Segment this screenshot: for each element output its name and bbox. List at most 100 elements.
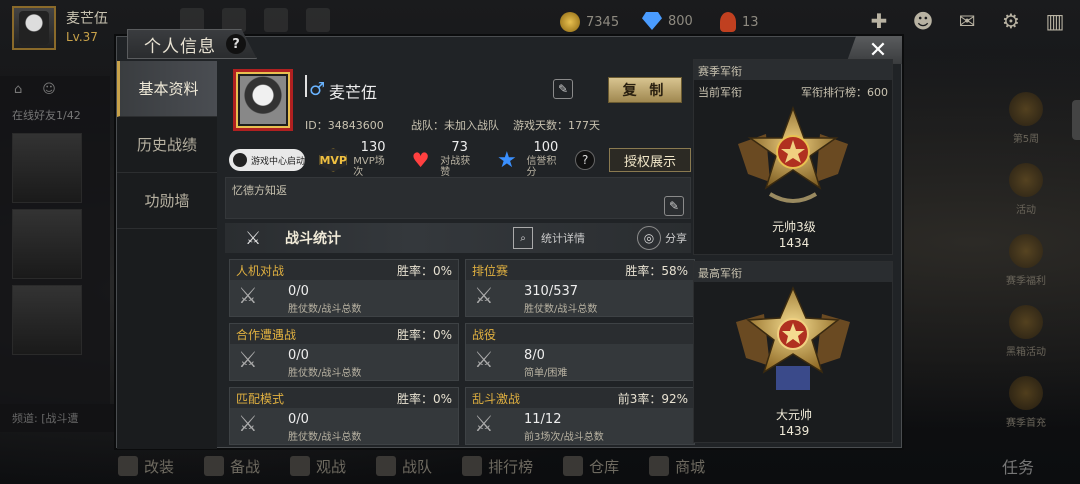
mode-name: 战役 [472,327,497,342]
friend-portrait[interactable] [12,133,82,203]
friends-tab-icon[interactable]: ☺ [42,82,56,97]
dialog-title: 个人信息 [144,36,216,57]
book-icon[interactable]: ▥ [1044,9,1066,33]
menu-label: 战队 [402,457,433,476]
likes-value: 73 [451,140,468,156]
video-icon[interactable] [264,8,288,32]
help-icon[interactable]: ? [226,34,246,54]
mode-card[interactable]: 排位赛 胜率：58% ⚔ 310/537 胜仗数/战斗总数 [465,259,695,317]
grid-icon[interactable] [306,8,330,32]
mode-value: 11/12 [524,412,562,427]
share-icon: ◎ [637,226,661,250]
rail-label: 活动 [1016,205,1036,216]
combat-title: 战斗统计 [285,231,341,247]
home-icon[interactable]: ⌂ [14,82,22,97]
mode-card[interactable]: 乱斗激战 前3率：92% ⚔ 11/12 前3场次/战斗总数 [465,387,695,445]
friends-sidebar: ⌂ ☺ 在线好友1/42 [0,76,110,416]
stats-detail-button[interactable]: ⌕ 统计详情 [513,227,585,249]
mode-card[interactable]: 合作遭遇战 胜率：0% ⚔ 0/0 胜仗数/战斗总数 [229,323,459,381]
rail-item[interactable]: 赛季福利 [1006,234,1046,287]
dialog-nav: 基本资料 历史战绩 功勋墙 [117,61,217,449]
gift-icon[interactable] [222,8,246,32]
menu-modify[interactable]: 改装 [118,456,174,477]
side-handle[interactable] [1072,100,1080,140]
menu-team[interactable]: 战队 [376,456,432,477]
credit-help-icon[interactable]: ? [575,150,595,170]
task-button[interactable]: 任务 [1002,454,1034,478]
edit-signature-icon[interactable]: ✎ [664,196,684,216]
stats-detail-label: 统计详情 [541,232,585,245]
gold-currency[interactable]: 7345 [560,12,619,32]
profile-main: ♂ 麦芒伍 ✎ 复 制 ID：34843600 战队：未加入战队 游戏天数：17… [225,65,695,445]
medal-currency[interactable]: 13 [720,12,759,32]
menu-shop[interactable]: 商城 [649,456,705,477]
mode-value: 310/537 [524,284,579,299]
season-rank-title: 赛季军衔 [694,60,892,80]
player-avatar[interactable] [12,6,56,50]
add-icon[interactable]: ✚ [868,9,890,33]
tab-history[interactable]: 历史战绩 [117,117,217,173]
crossed-swords-icon: ⚔ [238,412,258,437]
right-rail: 第5周 活动 赛季福利 黑箱活动 赛季首充 [986,92,1066,429]
menu-label: 商城 [675,457,706,476]
bottom-menu: 改装 备战 观战 战队 排行榜 仓库 商城 [110,448,1000,484]
game-days: 游戏天数：177天 [513,119,600,132]
game-center-badge[interactable]: 游戏中心启动 [229,149,306,171]
skull-icon [204,456,225,476]
online-friends: 在线好友1/42 [12,109,81,122]
menu-spectate[interactable]: 观战 [290,456,346,477]
share-label: 分享 [665,232,687,245]
marshal-badge-icon [738,105,848,203]
medal-icon [720,12,736,32]
coin-icon [560,12,580,32]
tab-basic-info[interactable]: 基本资料 [117,61,217,117]
mail-icon[interactable]: ✉ [956,9,978,33]
highest-rank-score: 1439 [778,424,810,438]
current-rank-score: 1434 [778,236,810,250]
medal-amount: 13 [742,14,759,30]
team-icon [376,456,397,476]
edit-name-icon[interactable]: ✎ [553,79,573,99]
mode-rate: 胜率：58% [625,263,688,278]
friend-portrait[interactable] [12,285,82,355]
mode-rate: 胜率：0% [396,263,452,278]
mode-card[interactable]: 战役 ⚔ 8/0 简单/困难 [465,323,695,381]
mode-rate: 胜率：0% [396,327,452,342]
mode-value: 0/0 [288,348,309,363]
menu-warehouse[interactable]: 仓库 [563,456,619,477]
friend-portrait[interactable] [12,209,82,279]
friends-icon[interactable]: ☻ [912,9,934,33]
rank-leaderboard[interactable]: 军衔排行榜：600 [801,84,888,100]
rail-label: 赛季福利 [1006,276,1046,287]
mode-sub: 胜仗数/战斗总数 [288,432,362,443]
dialog-header: 个人信息 ? [127,29,257,59]
menu-prepare[interactable]: 备战 [204,456,260,477]
rail-item[interactable]: 赛季首充 [1006,376,1046,429]
auth-display-button[interactable]: 授权展示 [608,148,692,172]
season-rank-section: 赛季军衔 当前军衔 军衔排行榜：600 元帅3级 1434 [693,59,893,255]
team-info: 战队：未加入战队 [411,119,499,132]
signature-box[interactable]: 忆德方知返 ✎ [225,177,691,219]
mode-sub: 胜仗数/战斗总数 [288,368,362,379]
mode-card[interactable]: 人机对战 胜率：0% ⚔ 0/0 胜仗数/战斗总数 [229,259,459,317]
rail-label: 第5周 [1012,134,1040,145]
rail-item[interactable]: 活动 [1009,163,1043,216]
event-icon[interactable] [180,8,204,32]
mode-card[interactable]: 匹配模式 胜率：0% ⚔ 0/0 胜仗数/战斗总数 [229,387,459,445]
diamond-currency[interactable]: 800 [642,12,693,30]
copy-button[interactable]: 复 制 [608,77,682,103]
rail-item[interactable]: 黑箱活动 [1006,305,1046,358]
mode-sub: 简单/困难 [524,368,568,379]
mode-name: 排位赛 [472,263,509,278]
rail-item[interactable]: 第5周 [1009,92,1043,145]
profile-avatar[interactable] [233,69,293,131]
share-button[interactable]: ◎ 分享 [637,226,687,250]
crossed-swords-icon: ⚔ [474,284,494,309]
rifles-icon: ⚔ [245,228,262,249]
house-icon [563,456,584,476]
mode-name: 合作遭遇战 [236,327,297,342]
tab-honor-wall[interactable]: 功勋墙 [117,173,217,229]
gear-icon[interactable]: ⚙ [1000,9,1022,33]
rail-icon [1009,163,1043,197]
menu-leaderboard[interactable]: 排行榜 [462,456,533,477]
